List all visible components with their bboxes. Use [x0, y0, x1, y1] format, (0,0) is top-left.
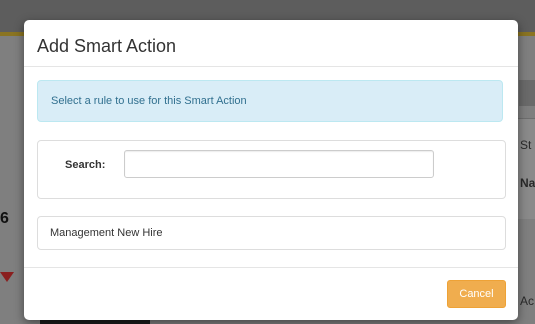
modal-title: Add Smart Action [37, 36, 177, 56]
search-label: Search: [65, 159, 106, 171]
search-input[interactable] [124, 150, 434, 178]
background-side-panel [518, 118, 535, 219]
rule-item-label: Management New Hire [50, 227, 163, 239]
search-panel: Search: [37, 140, 506, 199]
cancel-button[interactable]: Cancel [447, 280, 506, 308]
background-label-ac: Ac [520, 294, 535, 308]
modal-header: Add Smart Action [24, 20, 518, 67]
background-left-glyph: 6 [0, 210, 9, 227]
rule-item-management-new-hire[interactable]: Management New Hire [38, 217, 505, 249]
add-smart-action-modal: Add Smart Action Select a rule to use fo… [24, 20, 518, 320]
modal-footer-divider [24, 267, 518, 268]
info-alert-text: Select a rule to use for this Smart Acti… [51, 95, 247, 107]
background-label-na: Na [520, 176, 535, 190]
background-header-block [519, 80, 535, 106]
background-label-st: St [520, 138, 532, 152]
info-alert: Select a rule to use for this Smart Acti… [37, 80, 503, 122]
background-heart-icon [0, 272, 14, 282]
rule-list: Management New Hire [37, 216, 506, 250]
